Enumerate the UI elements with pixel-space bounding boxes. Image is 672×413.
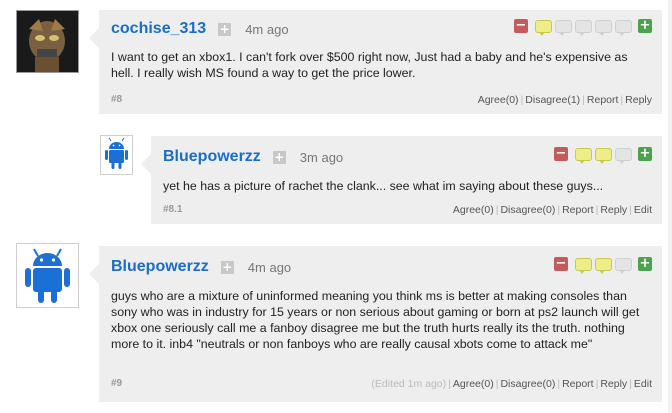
- username-link[interactable]: Bluepowerzz: [111, 258, 209, 276]
- edit-link[interactable]: Edit: [634, 204, 652, 216]
- comment-text: guys who are a mixture of uninformed mea…: [111, 289, 640, 351]
- comment-time: 4m ago: [247, 259, 292, 275]
- page-scrollbar[interactable]: [668, 0, 672, 413]
- disagree-link[interactable]: Disagree(0): [500, 204, 555, 216]
- comment-number[interactable]: #8: [111, 94, 122, 105]
- rating-bubble-icon[interactable]: [615, 147, 632, 164]
- edit-link[interactable]: Edit: [634, 378, 652, 390]
- rating-bubble-icon[interactable]: [555, 19, 572, 36]
- comment-text: yet he has a picture of rachet the clank…: [163, 179, 604, 193]
- rating-bar: − +: [554, 147, 652, 164]
- agree-link[interactable]: Agree(0): [478, 94, 519, 106]
- rating-bubble-icon[interactable]: [595, 257, 612, 274]
- username-link[interactable]: Bluepowerzz: [163, 148, 261, 166]
- disagree-link[interactable]: Disagree(1): [525, 94, 580, 106]
- follow-button[interactable]: +: [220, 260, 234, 274]
- rating-bubble-icon[interactable]: [595, 147, 612, 164]
- rating-bubble-icon[interactable]: [595, 19, 612, 36]
- rating-bubble-icon[interactable]: [535, 19, 552, 36]
- rating-bar: − +: [554, 257, 652, 274]
- reply-link[interactable]: Reply: [600, 204, 627, 216]
- comment-actions: Agree(0) | Disagree(0) | Report | Reply | Edit: [452, 204, 652, 216]
- comment-text: I want to get an xbox1. I can't fork ove…: [111, 50, 628, 80]
- avatar[interactable]: [16, 10, 79, 73]
- avatar[interactable]: [100, 135, 133, 175]
- ratchet-avatar-icon: [17, 11, 78, 72]
- disagree-link[interactable]: Disagree(0): [500, 378, 555, 390]
- agree-link[interactable]: Agree(0): [453, 378, 494, 390]
- vote-down-button[interactable]: −: [514, 19, 528, 33]
- comment-number[interactable]: #8.1: [163, 204, 182, 215]
- rating-bar: − +: [514, 19, 652, 36]
- reply-link[interactable]: Reply: [625, 94, 652, 106]
- vote-up-button[interactable]: +: [638, 257, 652, 271]
- comment-actions: (Edited 1m ago) | Agree(0) | Disagree(0) | Rep…: [371, 378, 652, 390]
- comment-bubble: cochise_313 + 4m ago − + I want to get a…: [89, 10, 662, 114]
- comment-time: 4m ago: [245, 21, 289, 37]
- username-link[interactable]: cochise_313: [111, 20, 206, 38]
- avatar[interactable]: [16, 243, 79, 308]
- comment-actions: Agree(0) | Disagree(1) | Report | Reply: [477, 94, 652, 106]
- edited-note: (Edited 1m ago): [371, 378, 447, 390]
- comment-bubble: Bluepowerzz + 3m ago − + yet he has a pi…: [141, 136, 662, 224]
- report-link[interactable]: Report: [587, 94, 619, 106]
- comment-number[interactable]: #9: [111, 378, 122, 389]
- follow-button[interactable]: +: [272, 150, 286, 164]
- android-avatar-icon: [25, 248, 70, 303]
- comment-time: 3m ago: [299, 149, 344, 165]
- vote-up-button[interactable]: +: [638, 147, 652, 161]
- reply-link[interactable]: Reply: [600, 378, 627, 390]
- vote-up-button[interactable]: +: [638, 19, 652, 33]
- report-link[interactable]: Report: [562, 378, 594, 390]
- rating-bubble-icon[interactable]: [615, 257, 632, 274]
- agree-link[interactable]: Agree(0): [453, 204, 494, 216]
- vote-down-button[interactable]: −: [554, 147, 568, 161]
- rating-bubble-icon[interactable]: [575, 19, 592, 36]
- vote-down-button[interactable]: −: [554, 257, 568, 271]
- rating-bubble-icon[interactable]: [615, 19, 632, 36]
- follow-button[interactable]: +: [218, 22, 232, 36]
- android-avatar-icon: [105, 137, 128, 169]
- report-link[interactable]: Report: [562, 204, 594, 216]
- rating-bubble-icon[interactable]: [575, 257, 592, 274]
- rating-bubble-icon[interactable]: [575, 147, 592, 164]
- comment-bubble: Bluepowerzz + 4m ago − + guys who are a …: [89, 246, 662, 402]
